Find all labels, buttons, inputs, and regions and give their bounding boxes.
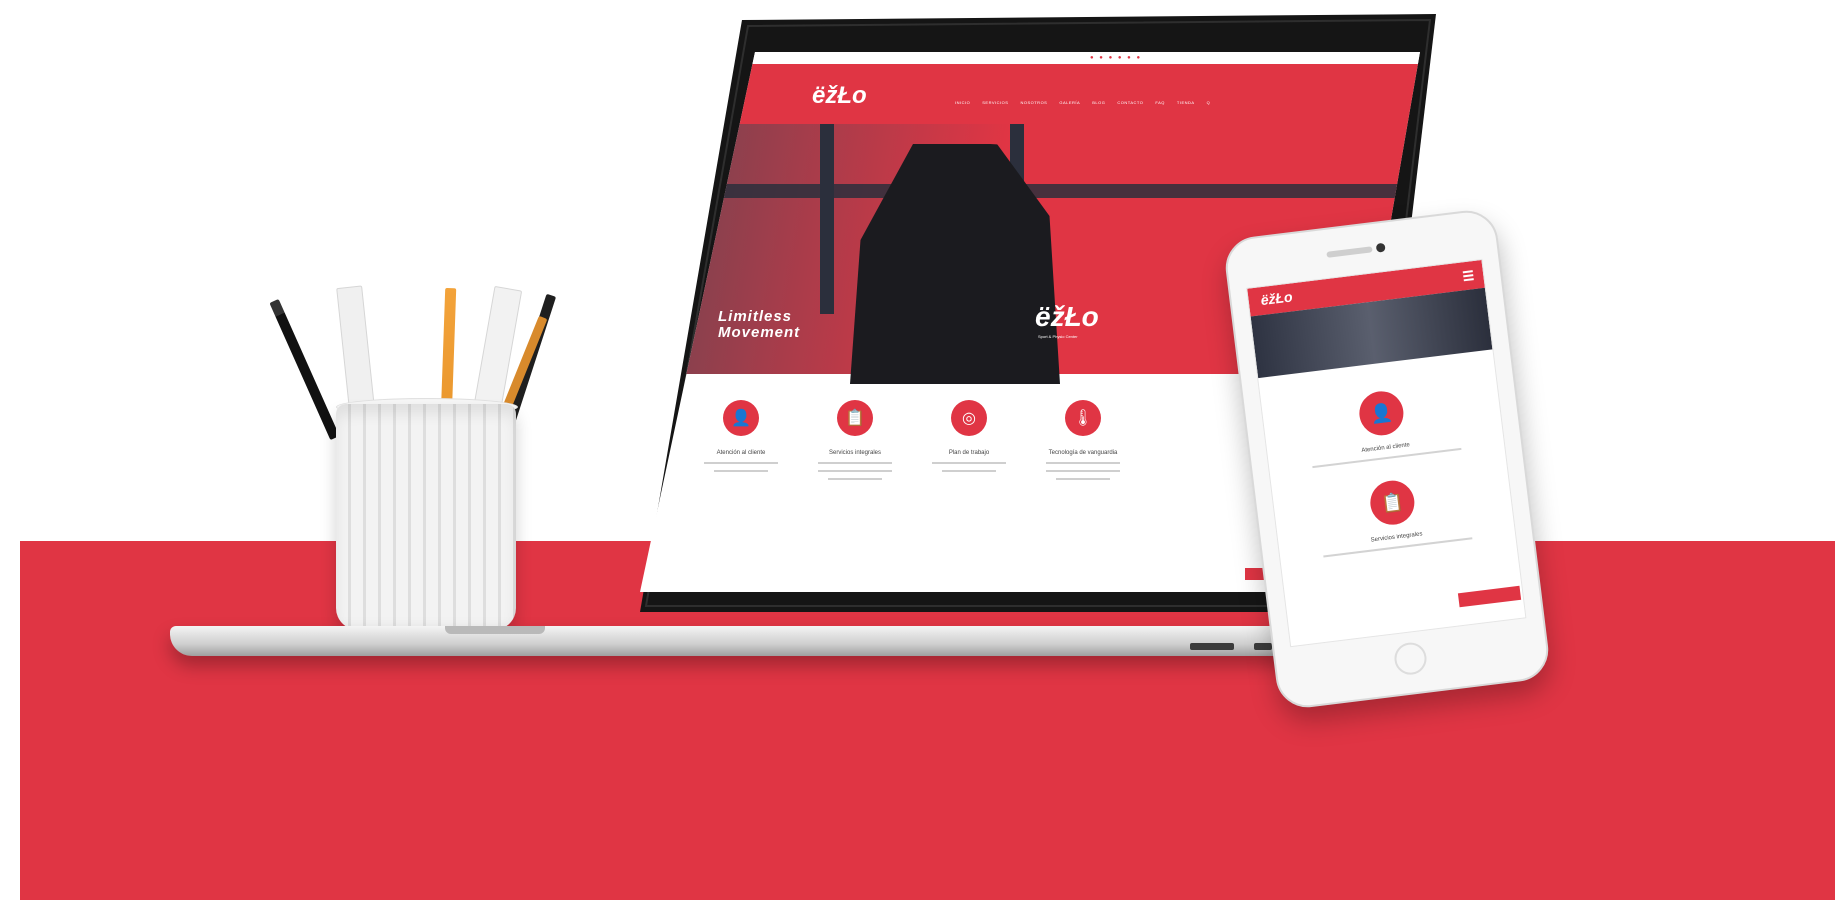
- nav-item[interactable]: TIENDA: [1177, 100, 1195, 105]
- nav-item[interactable]: GALERÍA: [1059, 100, 1080, 105]
- feature-title: Servicios integrales: [828, 450, 882, 456]
- site-logo[interactable]: ëžŁo: [812, 82, 867, 110]
- chat-button[interactable]: [1457, 585, 1522, 608]
- feature-title: Plan de trabajo: [948, 450, 990, 456]
- feature-title: Tecnología de vanguardia: [1048, 450, 1118, 456]
- border-right: [1835, 0, 1843, 908]
- feature-card[interactable]: ◎ Plan de trabajo: [928, 400, 1010, 480]
- pencil-cup: [336, 404, 516, 630]
- nav-item[interactable]: BLOG: [1092, 100, 1105, 105]
- nav-item[interactable]: NOSOTROS: [1020, 100, 1047, 105]
- feature-text-line: [714, 470, 768, 472]
- nav-item[interactable]: INICIO: [955, 100, 970, 105]
- target-icon: ◎: [951, 400, 987, 436]
- laptop-notch: [445, 626, 545, 634]
- feature-text-line: [932, 462, 1006, 464]
- hero-tagline-line1: Limitless: [718, 308, 793, 325]
- feature-text-line: [818, 470, 892, 472]
- feature-text-line: [1046, 470, 1120, 472]
- site-topbar: ● ● ● ● ● ●: [640, 52, 1420, 64]
- thermometer-icon: 🌡: [1065, 400, 1101, 436]
- phone-feature-card[interactable]: 👤 Atención al cliente: [1262, 377, 1505, 473]
- site-nav: ëžŁo INICIO SERVICIOS NOSOTROS GALERÍA B…: [640, 64, 1420, 124]
- feature-text-line: [818, 462, 892, 464]
- pencil-left: [269, 298, 340, 441]
- feature-text-line: [1046, 462, 1120, 464]
- phone-screen: ëžŁo 👤 Atención al cliente 📋 Servicios i…: [1246, 258, 1527, 648]
- feature-text-line: [704, 462, 778, 464]
- red-floor: [20, 541, 1843, 908]
- hero-tagline: Limitless Movement: [718, 309, 800, 341]
- laptop-port: [1190, 643, 1234, 650]
- features-row: 👤 Atención al cliente 📋 Servicios integr…: [700, 400, 1124, 480]
- clipboard-icon: 📋: [837, 400, 873, 436]
- phone-feature-card[interactable]: 📋 Servicios integrales: [1273, 466, 1516, 562]
- smartphone: ëžŁo 👤 Atención al cliente 📋 Servicios i…: [1222, 207, 1552, 711]
- border-bottom: [0, 900, 1843, 908]
- topbar-social-icons: ● ● ● ● ● ●: [1090, 55, 1143, 61]
- feature-text-line: [942, 470, 996, 472]
- phone-feature-title: Atención al cliente: [1361, 442, 1411, 455]
- feature-card[interactable]: 👤 Atención al cliente: [700, 400, 782, 480]
- person-icon: 👤: [1356, 388, 1406, 438]
- hero-window-bar: [820, 124, 834, 314]
- nav-item[interactable]: FAQ: [1155, 100, 1165, 105]
- person-icon: 👤: [723, 400, 759, 436]
- hamburger-icon[interactable]: [1462, 270, 1473, 274]
- home-button[interactable]: [1392, 640, 1429, 677]
- laptop-base: [170, 626, 1300, 656]
- nav-menu: INICIO SERVICIOS NOSOTROS GALERÍA BLOG C…: [955, 100, 1210, 105]
- athlete-silhouette: [850, 144, 1060, 384]
- hero-tagline-line2: Movement: [718, 324, 801, 341]
- phone-speaker: [1326, 246, 1373, 258]
- phone-feature-title: Servicios integrales: [1370, 531, 1423, 544]
- clipboard-icon: 📋: [1367, 478, 1417, 528]
- search-icon[interactable]: Q: [1207, 100, 1211, 105]
- laptop-port: [1254, 643, 1272, 650]
- hero-logo: ëžŁo: [1035, 301, 1099, 332]
- feature-card[interactable]: 📋 Servicios integrales: [814, 400, 896, 480]
- feature-text-line: [1056, 478, 1110, 480]
- nav-item[interactable]: SERVICIOS: [982, 100, 1008, 105]
- phone-camera: [1375, 242, 1386, 253]
- feature-title: Atención al cliente: [716, 450, 766, 456]
- phone-site-logo[interactable]: ëžŁo: [1260, 288, 1294, 308]
- feature-text-line: [828, 478, 882, 480]
- feature-card[interactable]: 🌡 Tecnología de vanguardia: [1042, 400, 1124, 480]
- hero-logo-sub: Sport & Physio Center: [1038, 334, 1078, 339]
- nav-item[interactable]: CONTACTO: [1117, 100, 1143, 105]
